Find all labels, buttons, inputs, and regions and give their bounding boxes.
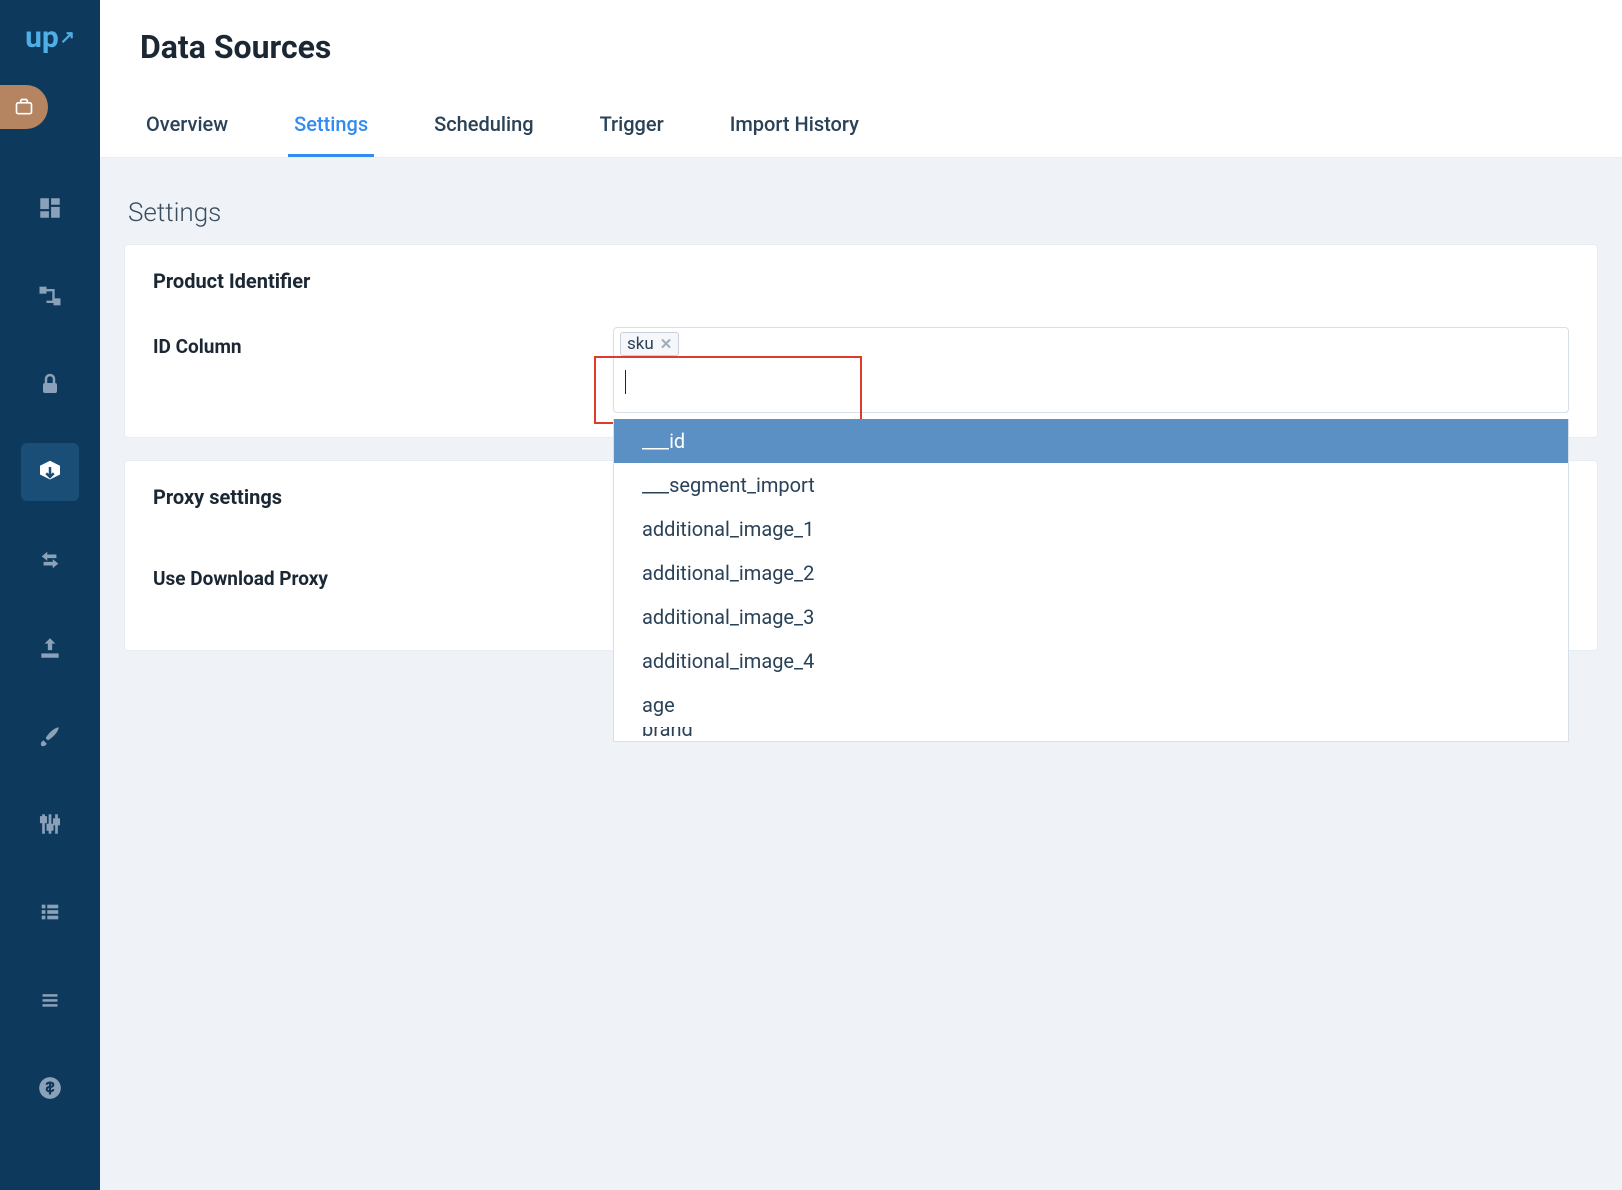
content: Settings Product Identifier ID Column sk… [100,158,1622,1190]
upload-icon [37,635,63,661]
panel-product-identifier: Product Identifier ID Column sku ✕ [124,244,1598,438]
sidebar-context-pill[interactable] [0,85,48,129]
list-icon [37,901,63,923]
briefcase-icon [13,97,35,117]
form-label: ID Column [153,327,593,358]
sidebar-item-adjust[interactable] [21,795,79,853]
section-title: Settings [128,198,1594,228]
tab-settings[interactable]: Settings [288,102,374,157]
main: Data Sources Overview Settings Scheduling T… [100,0,1622,1190]
dropdown-option[interactable]: ___id [614,419,1568,463]
tabs: Overview Settings Scheduling Trigger Import … [140,102,1582,157]
sidebar-item-list[interactable] [21,883,79,941]
sidebar-item-upload[interactable] [21,619,79,677]
sidebar: up↗ [0,0,100,1190]
import-icon [35,457,65,487]
id-column-multiselect[interactable]: sku ✕ [613,327,1569,413]
dropdown-option[interactable]: additional_image_4 [614,639,1568,683]
sidebar-item-dashboard[interactable] [21,179,79,237]
header: Data Sources Overview Settings Scheduling T… [100,0,1622,158]
dropdown-option[interactable]: additional_image_3 [614,595,1568,639]
flow-icon [36,282,64,310]
dropdown-option[interactable]: additional_image_2 [614,551,1568,595]
tab-scheduling[interactable]: Scheduling [428,102,539,157]
sidebar-item-flow[interactable] [21,267,79,325]
form-label: Use Download Proxy [153,559,593,590]
sidebar-item-menu[interactable] [21,971,79,1029]
dashboard-icon [37,195,63,221]
sidebar-item-billing[interactable] [21,1059,79,1117]
dropdown-option[interactable]: brand [614,727,1568,741]
sliders-icon [37,811,63,837]
tab-import-history[interactable]: Import History [724,102,865,157]
dollar-circle-icon [37,1075,63,1101]
tab-overview[interactable]: Overview [140,102,234,157]
page-title: Data Sources [140,28,1582,66]
id-column-search-input[interactable] [626,338,856,376]
sidebar-item-sync[interactable] [21,531,79,589]
logo[interactable]: up↗ [0,0,100,75]
dropdown-option[interactable]: ___segment_import [614,463,1568,507]
tab-trigger[interactable]: Trigger [594,102,670,157]
sidebar-item-design[interactable] [21,707,79,765]
id-column-dropdown: ___id___segment_importadditional_image_1… [613,419,1569,742]
lock-icon [38,371,62,397]
form-row-id-column: ID Column sku ✕ ___id___segment_importad… [153,327,1569,413]
brush-icon [37,723,63,749]
sync-arrows-icon [36,549,64,571]
panel-title: Product Identifier [153,269,1569,293]
sidebar-item-import[interactable] [21,443,79,501]
dropdown-option[interactable]: additional_image_1 [614,507,1568,551]
dropdown-option[interactable]: age [614,683,1568,727]
menu-icon [37,990,63,1010]
sidebar-item-security[interactable] [21,355,79,413]
